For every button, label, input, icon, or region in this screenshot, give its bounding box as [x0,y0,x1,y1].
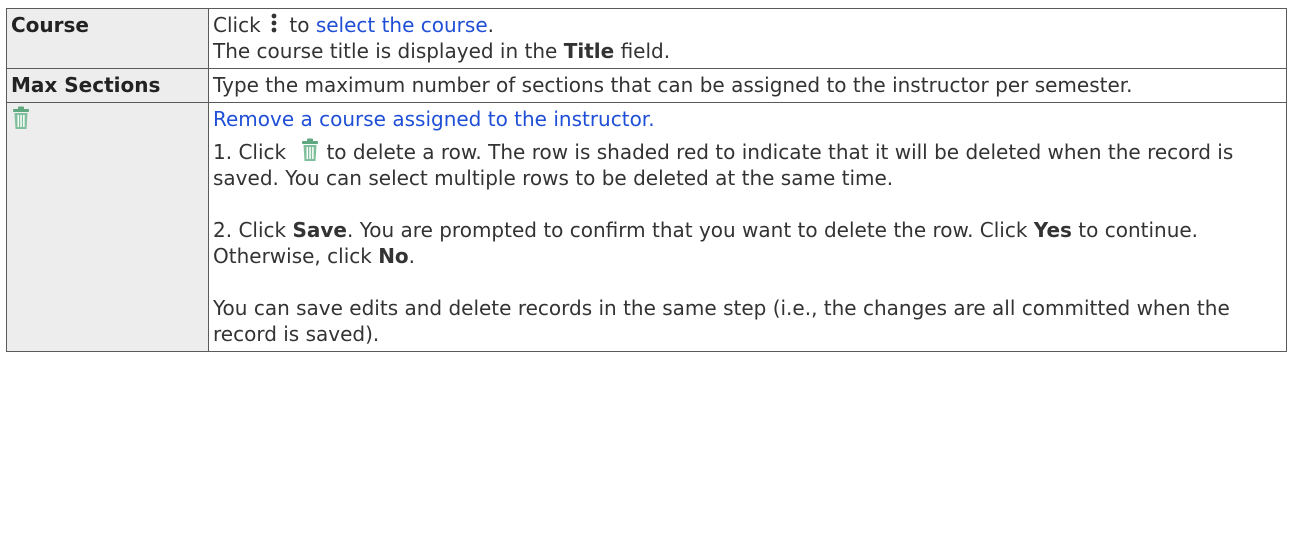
term-delete [6,102,209,352]
field-description-table: Course Click to select the course. The c… [6,8,1287,352]
term-max-sections: Max Sections [6,68,209,103]
text-step1-suffix: to delete a row. The row is shaded red t… [213,140,1234,190]
step2: 2. Click Save. You are prompted to confi… [213,217,1282,269]
text-period: . [487,13,494,37]
text-to: to [289,13,310,37]
text-max-sections-desc: Type the maximum number of sections that… [213,73,1133,97]
text-step1-prefix: 1. Click [213,140,287,164]
trash-icon-inline [302,138,319,161]
desc-max-sections: Type the maximum number of sections that… [208,68,1287,103]
select-course-link[interactable]: select the course [316,13,488,37]
row-course: Course Click to select the course. The c… [6,8,1287,69]
text-step2-end: . [408,244,416,268]
row-max-sections: Max Sections Type the maximum number of … [6,68,1287,103]
desc-course: Click to select the course. The course t… [208,8,1287,69]
kebab-menu-icon [271,13,277,33]
text-title-bold: Title [563,39,615,63]
step1: 1. Click to delete a row. The row is sha… [213,138,1282,191]
text-title-suffix: field. [620,39,671,63]
text-step2-prefix: 2. Click [213,218,287,242]
desc-course-line1: Click to select the course. [213,12,1282,38]
desc-course-line2: The course title is displayed in the Tit… [213,38,1282,64]
text-click: Click [213,13,261,37]
remove-course-link[interactable]: Remove a course assigned to the instruct… [213,106,1282,132]
text-title-prefix: The course title is displayed in the [213,39,558,63]
row-delete: Remove a course assigned to the instruct… [6,102,1287,352]
text-no-bold: No [378,244,409,268]
term-course-label: Course [11,13,89,37]
trash-icon [13,106,29,129]
text-save-bold: Save [292,218,347,242]
desc-delete: Remove a course assigned to the instruct… [208,102,1287,352]
term-max-sections-label: Max Sections [11,73,161,97]
note: You can save edits and delete records in… [213,296,1230,346]
text-yes-bold: Yes [1033,218,1072,242]
term-course: Course [6,8,209,69]
text-step2-mid: . You are prompted to confirm that you w… [346,218,1028,242]
